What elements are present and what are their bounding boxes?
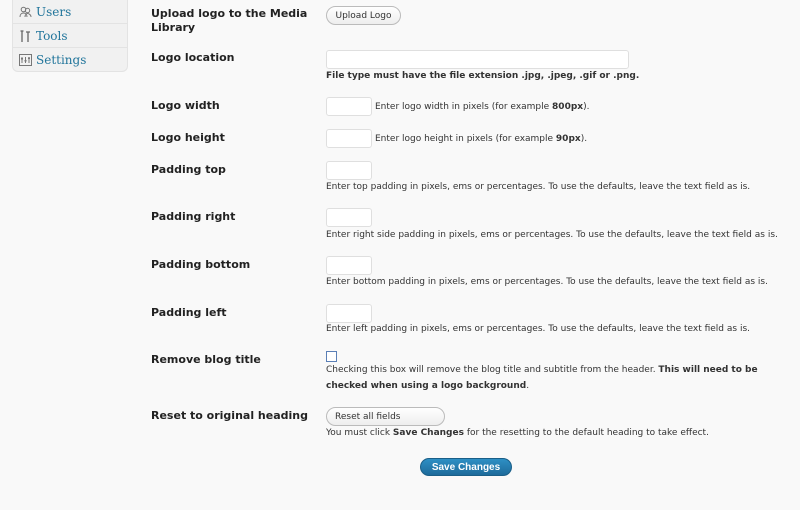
remove-blog-title-description: Checking this box will remove the blog t… xyxy=(326,365,758,391)
remove-blog-title-label: Remove blog title xyxy=(151,353,261,366)
padding-top-label: Padding top xyxy=(151,163,226,176)
padding-bottom-label: Padding bottom xyxy=(151,258,251,271)
padding-left-label: Padding left xyxy=(151,306,227,319)
save-changes-button[interactable]: Save Changes xyxy=(420,458,512,476)
padding-left-description: Enter left padding in pixels, ems or per… xyxy=(326,324,750,334)
logo-location-input[interactable] xyxy=(326,50,629,69)
reset-all-fields-button[interactable]: Reset all fields xyxy=(326,407,445,426)
logo-width-input[interactable] xyxy=(326,97,372,116)
logo-width-description: Enter logo width in pixels (for example … xyxy=(375,102,590,112)
users-icon xyxy=(18,6,32,18)
admin-sidebar-menu: Users Tools Settings xyxy=(12,0,128,72)
logo-height-label: Logo height xyxy=(151,131,225,144)
remove-blog-title-checkbox[interactable] xyxy=(326,351,337,362)
reset-description: You must click Save Changes for the rese… xyxy=(326,428,709,438)
upload-logo-label: Upload logo to the Media Library xyxy=(151,7,308,34)
logo-location-label: Logo location xyxy=(151,51,235,64)
logo-width-label: Logo width xyxy=(151,99,220,112)
sidebar-item-settings[interactable]: Settings xyxy=(13,49,127,71)
sidebar-item-users[interactable]: Users xyxy=(13,1,127,24)
padding-right-input[interactable] xyxy=(326,208,372,227)
sidebar-item-tools[interactable]: Tools xyxy=(13,25,127,48)
sidebar-item-label: Tools xyxy=(36,29,68,43)
upload-logo-button[interactable]: Upload Logo xyxy=(326,6,401,25)
padding-top-input[interactable] xyxy=(326,161,372,180)
reset-heading-label: Reset to original heading xyxy=(151,409,308,422)
sidebar-item-label: Users xyxy=(36,5,72,19)
padding-right-label: Padding right xyxy=(151,210,236,223)
settings-icon xyxy=(18,54,32,66)
tools-icon xyxy=(18,29,32,43)
padding-bottom-input[interactable] xyxy=(326,256,372,275)
logo-height-description: Enter logo height in pixels (for example… xyxy=(375,134,588,144)
padding-top-description: Enter top padding in pixels, ems or perc… xyxy=(326,182,751,192)
padding-bottom-description: Enter bottom padding in pixels, ems or p… xyxy=(326,277,768,287)
sidebar-item-label: Settings xyxy=(36,53,87,67)
logo-height-input[interactable] xyxy=(326,129,372,148)
logo-location-description: File type must have the file extension .… xyxy=(326,71,640,81)
padding-right-description: Enter right side padding in pixels, ems … xyxy=(326,230,778,240)
